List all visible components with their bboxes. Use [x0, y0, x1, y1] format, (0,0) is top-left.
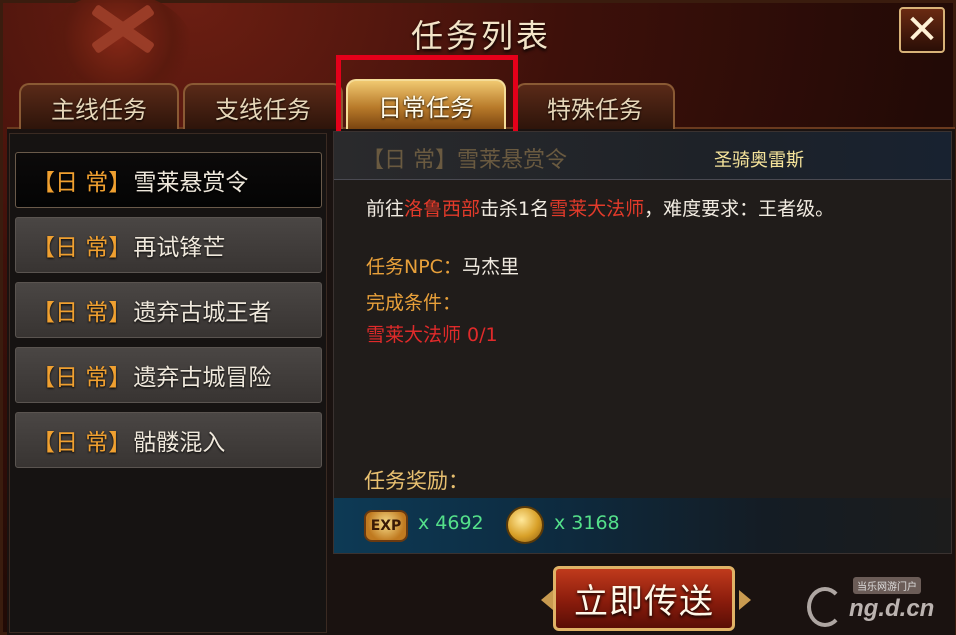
- desc-suffix: ，难度要求：王者级。: [644, 198, 835, 220]
- watermark-logo-icon: [807, 587, 843, 627]
- quest-item[interactable]: 【日 常】 雪莱悬赏令: [15, 152, 322, 208]
- tab-special-quests[interactable]: 特殊任务: [515, 83, 675, 129]
- quest-name: 遗弃古城王者: [133, 300, 272, 326]
- quest-name: 骷髅混入: [133, 430, 226, 456]
- quest-tag: 【日 常】: [32, 430, 132, 456]
- teleport-button[interactable]: 立即传送: [553, 566, 735, 631]
- tab-highlight-box: [336, 55, 518, 139]
- watermark-text: ng.d.cn: [849, 595, 935, 622]
- watermark: 当乐网游门户 ng.d.cn: [805, 575, 945, 630]
- quest-item[interactable]: 【日 常】 遗弃古城王者: [15, 282, 322, 338]
- exp-icon: EXP: [364, 510, 408, 542]
- quest-item[interactable]: 【日 常】 骷髅混入: [15, 412, 322, 468]
- quest-name: 遗弃古城冒险: [133, 365, 272, 391]
- npc-label: 任务NPC：: [366, 256, 462, 278]
- reward-label: 任务奖励：: [364, 469, 469, 493]
- quest-name: 再试锋芒: [133, 235, 226, 261]
- exp-reward-value: x 4692: [418, 512, 484, 534]
- quest-item[interactable]: 【日 常】 再试锋芒: [15, 217, 322, 273]
- detail-header: 【日 常】雪莱悬赏令 圣骑奥雷斯: [334, 132, 951, 180]
- quest-name: 雪莱悬赏令: [133, 170, 249, 196]
- detail-header-title: 【日 常】雪莱悬赏令: [362, 148, 567, 173]
- condition-value: 雪莱大法师 0/1: [366, 324, 498, 346]
- desc-target: 雪莱大法师: [549, 198, 645, 220]
- desc-mid: 击杀1名: [480, 198, 550, 220]
- quest-item[interactable]: 【日 常】 遗弃古城冒险: [15, 347, 322, 403]
- condition-label: 完成条件：: [366, 292, 462, 314]
- quest-tag: 【日 常】: [32, 300, 132, 326]
- gold-reward-value: x 3168: [554, 512, 620, 534]
- watermark-small-text: 当乐网游门户: [853, 577, 921, 594]
- quest-detail-panel: 【日 常】雪莱悬赏令 圣骑奥雷斯 前往洛鲁西部击杀1名雪莱大法师，难度要求：王者…: [333, 131, 952, 554]
- npc-name: 马杰里: [461, 256, 519, 278]
- desc-location: 洛鲁西部: [404, 198, 481, 220]
- quest-tag: 【日 常】: [32, 235, 132, 261]
- desc-prefix: 前往: [366, 198, 405, 220]
- button-wing-left-icon: [541, 590, 553, 610]
- tab-main-quests[interactable]: 主线任务: [19, 83, 179, 129]
- reward-bar: EXP x 4692 x 3168: [334, 498, 951, 553]
- window-title: 任务列表: [410, 17, 551, 55]
- close-icon: ✕: [905, 7, 939, 53]
- quest-description: 前往洛鲁西部击杀1名雪莱大法师，难度要求：王者级。: [366, 194, 834, 221]
- close-button[interactable]: ✕: [899, 7, 945, 53]
- detail-header-npc: 圣骑奥雷斯: [714, 150, 804, 171]
- npc-line: 任务NPC：马杰里: [366, 252, 519, 279]
- button-wing-right-icon: [739, 590, 751, 610]
- quest-tag: 【日 常】: [32, 170, 132, 196]
- quest-window: 任务列表 ✕ 主线任务 支线任务 日常任务 特殊任务 【日 常】 雪莱悬赏令 【…: [0, 0, 956, 635]
- tab-side-quests[interactable]: 支线任务: [183, 83, 343, 129]
- quest-tag: 【日 常】: [32, 365, 132, 391]
- gold-coin-icon: [506, 506, 544, 544]
